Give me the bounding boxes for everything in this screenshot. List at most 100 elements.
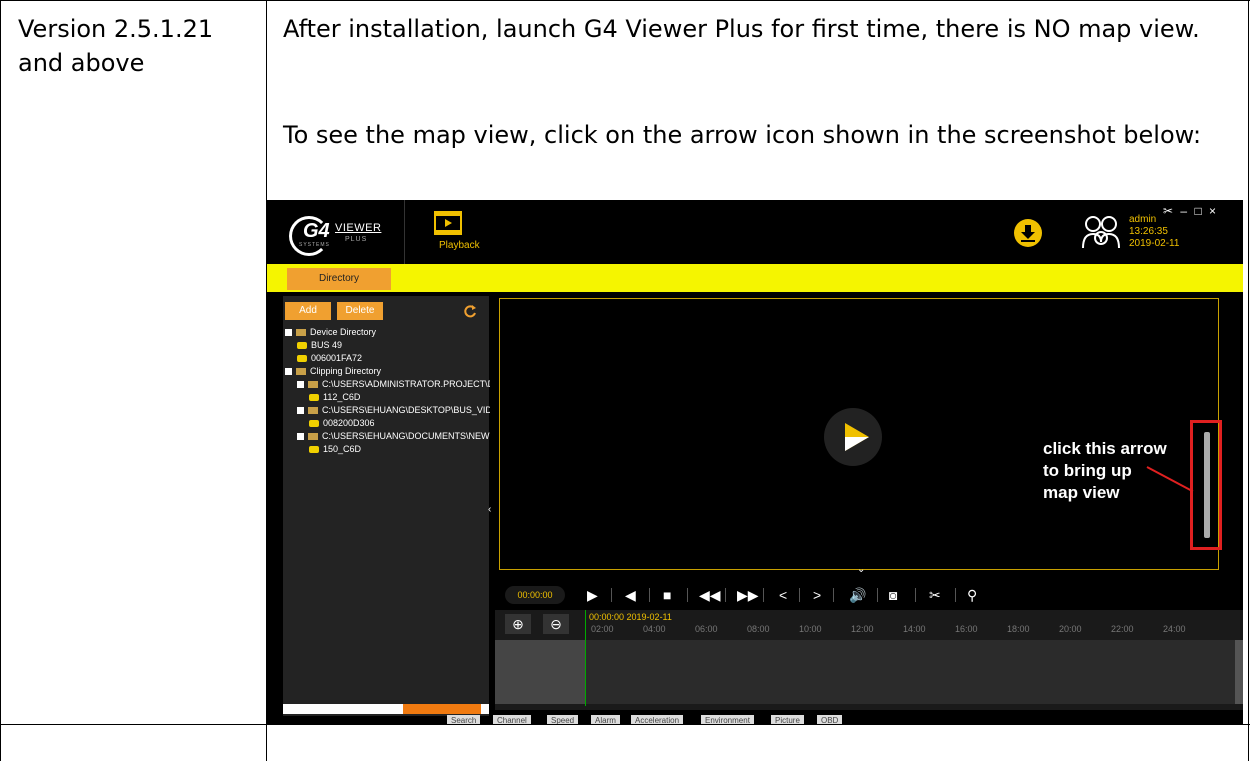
stop-icon[interactable]: ■ [663, 587, 671, 603]
user-time: 13:26:35 [1129, 226, 1168, 237]
collapse-left-icon[interactable]: ‹ [488, 504, 491, 515]
folder-icon [296, 368, 306, 376]
window-controls: ✂ – □ × [1163, 204, 1218, 218]
table-row-divider [0, 724, 1250, 725]
collapse-toggle-icon[interactable] [285, 368, 292, 376]
horizontal-scrollbar[interactable] [283, 704, 489, 714]
header-separator [404, 200, 405, 264]
timeline-tick-label: 20:00 [1059, 624, 1082, 634]
tree-item-label: C:\USERS\EHUANG\DESKTOP\BUS_VIDI [322, 405, 490, 415]
timeline[interactable]: ⊕ ⊖ 00:00:00 2019-02-11 02:00 04:00 06:00 0… [495, 610, 1243, 710]
timeline-track[interactable] [495, 640, 1243, 704]
timeline-tick-label: 16:00 [955, 624, 978, 634]
collapse-toggle-icon[interactable] [285, 329, 292, 337]
tab-search[interactable]: Search [447, 715, 481, 724]
tab-acceleration[interactable]: Acceleration [631, 715, 684, 724]
tree-item[interactable]: C:\USERS\ADMINISTRATOR.PROJECT\DI [285, 378, 490, 391]
logo-plus-text: PLUS [345, 236, 368, 243]
collapse-toggle-icon[interactable] [297, 381, 304, 389]
play-button-icon[interactable]: ▶ [587, 587, 598, 604]
scrollbar-thumb[interactable] [403, 704, 481, 714]
timeline-date: 00:00:00 2019-02-11 [589, 612, 672, 622]
timeline-cursor[interactable] [585, 610, 586, 706]
timeline-tick-label: 10:00 [799, 624, 822, 634]
tree-item[interactable]: Device Directory [285, 326, 490, 339]
folder-icon [308, 407, 318, 415]
timeline-scrollbar[interactable] [1235, 640, 1243, 704]
step-back-icon[interactable]: < [779, 587, 787, 603]
tab-strip [267, 264, 1243, 292]
timeline-tick-label: 22:00 [1111, 624, 1134, 634]
tree-item-label: Clipping Directory [310, 366, 382, 376]
tab-obd[interactable]: OBD [817, 715, 843, 724]
tree-item[interactable]: 008200D306 [285, 417, 490, 430]
g4-logo: G4 VIEWER PLUS SYSTEMS [277, 212, 397, 256]
scissors-icon[interactable]: ✂ [929, 587, 941, 604]
ctrl-separator [763, 588, 764, 602]
timeline-tick-label: 08:00 [747, 624, 770, 634]
restore-icon[interactable]: □ [1194, 204, 1203, 218]
ctrl-separator [649, 588, 650, 602]
zoom-out-icon[interactable]: ⊖ [543, 614, 569, 634]
map-pin-icon[interactable]: ⚲ [967, 587, 977, 604]
add-button[interactable]: Add [285, 302, 331, 320]
film-play-icon [434, 211, 462, 235]
reverse-play-icon[interactable]: ◀ [625, 587, 636, 604]
tab-speed[interactable]: Speed [547, 715, 579, 724]
tree-item[interactable]: 150_C6D [285, 443, 490, 456]
tree-item[interactable]: 006001FA72 [285, 352, 490, 365]
tree-item-label: 112_C6D [323, 392, 361, 402]
timeline-tick-label: 18:00 [1007, 624, 1030, 634]
collapse-toggle-icon[interactable] [297, 407, 304, 415]
tab-channel[interactable]: Channel [493, 715, 531, 724]
ctrl-separator [915, 588, 916, 602]
video-player[interactable] [499, 298, 1219, 570]
tree-item-label: C:\USERS\EHUANG\DOCUMENTS\NEW I [322, 431, 490, 441]
tree-item[interactable]: Clipping Directory [285, 365, 490, 378]
timeline-tick-label: 14:00 [903, 624, 926, 634]
logo-g4-text: G4 [303, 220, 330, 242]
minimize-icon[interactable]: – [1180, 204, 1189, 218]
user-info: admin 13:26:35 2019-02-11 [1129, 214, 1179, 250]
table-top-border [0, 0, 1250, 1]
tree-item[interactable]: C:\USERS\EHUANG\DOCUMENTS\NEW I [285, 430, 490, 443]
rewind-icon[interactable]: ◀◀ [699, 587, 721, 604]
tree-item[interactable]: 112_C6D [285, 391, 490, 404]
playback-button[interactable]: Playback [427, 210, 480, 260]
collapse-toggle-icon[interactable] [297, 433, 304, 441]
zoom-in-icon[interactable]: ⊕ [505, 614, 531, 634]
timeline-tick-label: 12:00 [851, 624, 874, 634]
refresh-icon[interactable] [463, 304, 477, 318]
bus-icon [309, 420, 319, 428]
timeline-tick-label: 02:00 [591, 624, 614, 634]
tree-item[interactable]: C:\USERS\EHUANG\DESKTOP\BUS_VIDI [285, 404, 490, 417]
tab-directory[interactable]: Directory [287, 268, 391, 290]
ctrl-separator [833, 588, 834, 602]
bus-icon [297, 355, 307, 363]
tab-picture[interactable]: Picture [771, 715, 804, 724]
playback-label: Playback [439, 240, 480, 251]
tree-item-label: 006001FA72 [311, 353, 363, 363]
version-label: Version 2.5.1.21 and above [18, 15, 214, 77]
users-icon[interactable] [1079, 212, 1123, 252]
step-forward-icon[interactable]: > [813, 587, 821, 603]
bus-icon [309, 394, 319, 402]
play-icon[interactable] [823, 407, 883, 467]
close-icon[interactable]: × [1209, 204, 1218, 218]
instruction-paragraph-1: After installation, launch G4 Viewer Plu… [283, 15, 1200, 43]
tools-icon[interactable]: ✂ [1163, 204, 1175, 218]
camera-icon[interactable]: ◙ [889, 587, 897, 603]
tree-item[interactable]: BUS 49 [285, 339, 490, 352]
directory-tree: Device Directory BUS 49 006001FA72 Clipping… [285, 326, 490, 456]
tab-alarm[interactable]: Alarm [591, 715, 620, 724]
delete-button[interactable]: Delete [337, 302, 383, 320]
volume-icon[interactable]: 🔊 [849, 587, 866, 604]
fast-forward-icon[interactable]: ▶▶ [737, 587, 759, 604]
ctrl-separator [725, 588, 726, 602]
download-icon[interactable] [1013, 218, 1043, 248]
tree-item-label: Device Directory [310, 327, 377, 337]
bus-icon [309, 446, 319, 454]
tree-item-label: C:\USERS\ADMINISTRATOR.PROJECT\DI [322, 379, 490, 389]
chevron-down-icon[interactable]: ⌄ [857, 564, 865, 575]
tab-environment[interactable]: Environment [701, 715, 754, 724]
